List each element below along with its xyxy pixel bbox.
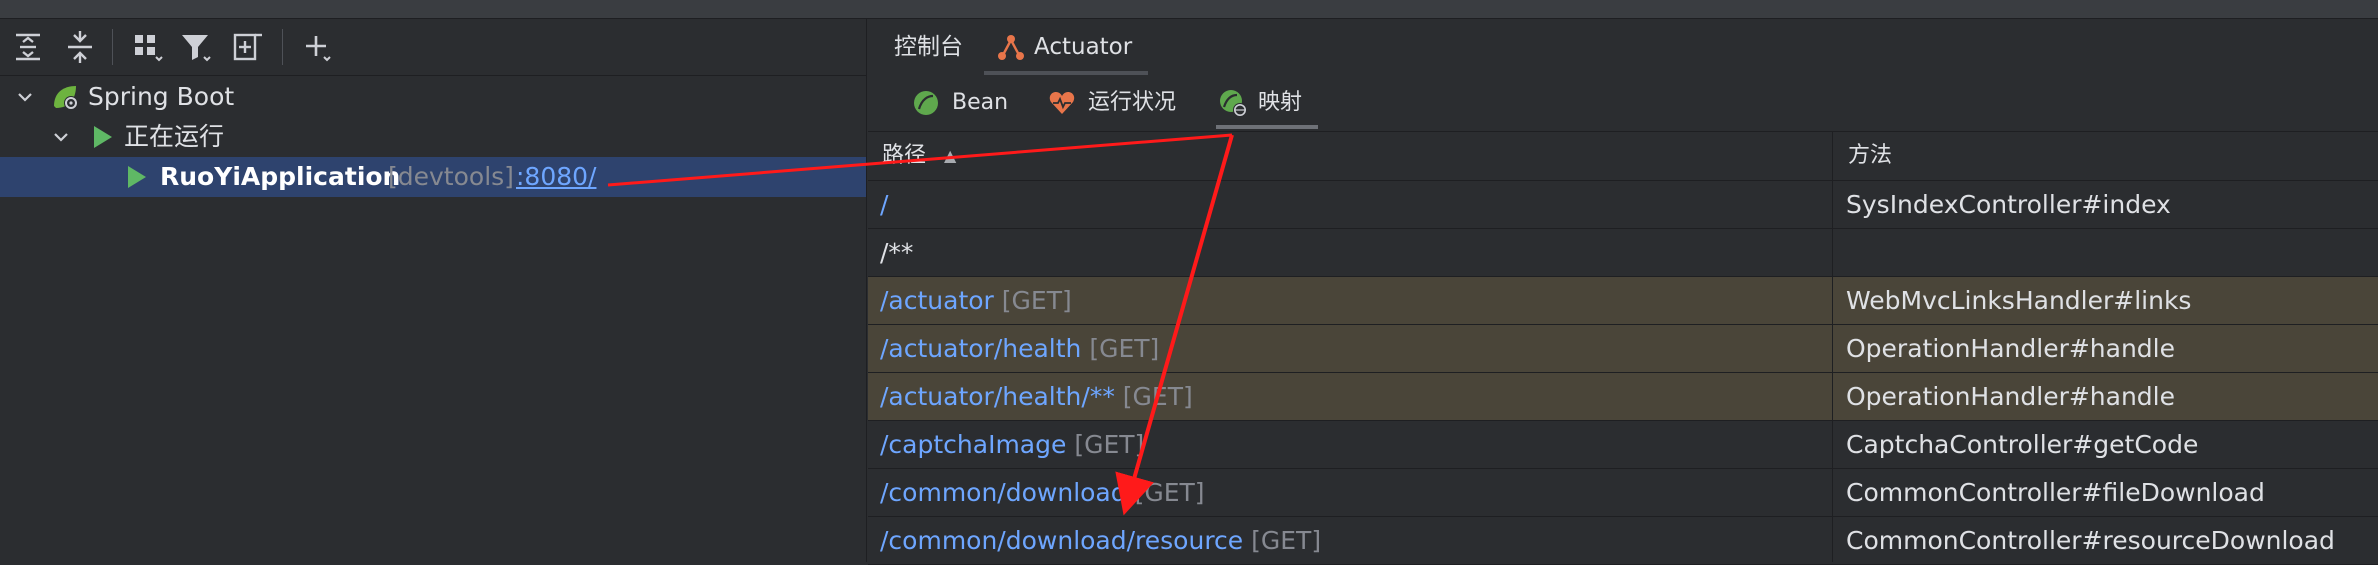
table-row[interactable]: /common/download [GET] CommonController#f… bbox=[868, 469, 2378, 517]
row-http-verb: [GET] bbox=[1001, 286, 1072, 315]
bean-icon bbox=[914, 91, 938, 115]
actuator-subtabs: Bean 运行状况 映射 bbox=[868, 75, 2378, 132]
table-row[interactable]: / SysIndexController#index bbox=[868, 181, 2378, 229]
expand-all-icon[interactable] bbox=[8, 27, 48, 67]
tree-row-ruoyi-application[interactable]: RuoYiApplication [devtools] :8080/ bbox=[0, 157, 866, 197]
table-row[interactable]: /actuator [GET] WebMvcLinksHandler#links bbox=[868, 277, 2378, 325]
row-path-text: /actuator bbox=[880, 286, 994, 315]
add-icon[interactable] bbox=[296, 27, 336, 67]
spring-boot-icon bbox=[54, 86, 78, 110]
table-row[interactable]: /** bbox=[868, 229, 2378, 277]
row-path[interactable]: /common/download/resource [GET] bbox=[880, 517, 1321, 564]
row-http-verb: [GET] bbox=[1134, 478, 1205, 507]
row-handler: CommonController#fileDownload bbox=[1846, 478, 2265, 507]
subtab-bean-label: Bean bbox=[952, 90, 1009, 115]
row-http-verb: [GET] bbox=[1074, 430, 1145, 459]
subtab-bean[interactable]: Bean bbox=[912, 75, 1022, 131]
row-handler: CommonController#resourceDownload bbox=[1846, 526, 2335, 555]
row-path-text: /** bbox=[880, 238, 914, 267]
row-http-verb: [GET] bbox=[1122, 382, 1193, 411]
add-configuration-icon[interactable] bbox=[228, 27, 268, 67]
tab-actuator-label: Actuator bbox=[1034, 34, 1133, 60]
subtab-mappings-label: 映射 bbox=[1258, 90, 1303, 115]
tree-row-spring-boot[interactable]: Spring Boot bbox=[0, 77, 866, 117]
row-path[interactable]: /actuator/health/** [GET] bbox=[880, 373, 1193, 420]
row-path-text: /captchaImage bbox=[880, 430, 1067, 459]
row-path[interactable]: /actuator [GET] bbox=[880, 277, 1072, 324]
app-name: RuoYiApplication bbox=[160, 162, 401, 191]
row-handler: SysIndexController#index bbox=[1846, 190, 2171, 219]
running-group-label: 正在运行 bbox=[124, 122, 225, 151]
app-port-link[interactable]: :8080/ bbox=[516, 157, 596, 197]
row-handler: WebMvcLinksHandler#links bbox=[1846, 286, 2192, 315]
row-path-text: /actuator/health bbox=[880, 334, 1082, 363]
tab-console[interactable]: 控制台 bbox=[894, 19, 963, 75]
row-path[interactable]: /captchaImage [GET] bbox=[880, 421, 1144, 468]
heart-icon bbox=[1049, 92, 1075, 114]
row-http-verb: [GET] bbox=[1251, 526, 1322, 555]
row-path-text: /common/download bbox=[880, 478, 1127, 507]
table-row[interactable]: /captchaImage [GET] CaptchaController#get… bbox=[868, 421, 2378, 469]
row-path[interactable]: / bbox=[880, 181, 888, 228]
services-toolbar bbox=[0, 19, 866, 76]
table-row[interactable]: /actuator/health [GET] OperationHandler#h… bbox=[868, 325, 2378, 373]
tab-actuator[interactable]: Actuator bbox=[984, 19, 1148, 75]
run-icon bbox=[94, 126, 112, 148]
toolbar-separator bbox=[112, 29, 113, 65]
row-handler: OperationHandler#handle bbox=[1846, 382, 2176, 411]
column-header-path[interactable]: 路径 bbox=[882, 132, 926, 180]
run-icon bbox=[128, 166, 146, 188]
row-handler: OperationHandler#handle bbox=[1846, 334, 2176, 363]
row-handler: CaptchaController#getCode bbox=[1846, 430, 2199, 459]
group-icon[interactable] bbox=[128, 27, 168, 67]
column-header-method[interactable]: 方法 bbox=[1848, 132, 1892, 180]
spring-boot-label: Spring Boot bbox=[88, 82, 235, 111]
table-header: 路径 ▲ 方法 bbox=[868, 132, 2378, 181]
column-divider bbox=[1832, 132, 1833, 562]
services-panel: Spring Boot 正在运行 RuoYiApplication [devto… bbox=[0, 19, 867, 562]
window-top-strip bbox=[0, 0, 2378, 19]
row-path-text: /actuator/health/** bbox=[880, 382, 1115, 411]
mappings-icon bbox=[1220, 90, 1247, 117]
subtab-mappings[interactable]: 映射 bbox=[1216, 75, 1318, 131]
chevron-down-icon[interactable] bbox=[16, 88, 34, 106]
subtab-health[interactable]: 运行状况 bbox=[1048, 75, 1188, 131]
subtab-health-label: 运行状况 bbox=[1088, 90, 1177, 115]
collapse-all-icon[interactable] bbox=[60, 27, 100, 67]
tree-row-running[interactable]: 正在运行 bbox=[0, 117, 866, 157]
toolbar-separator bbox=[282, 29, 283, 65]
actuator-icon bbox=[998, 35, 1024, 60]
main-tabs: 控制台 Actuator bbox=[868, 19, 2378, 75]
app-devtools-tag: [devtools] bbox=[388, 162, 514, 191]
row-path-text: /common/download/resource bbox=[880, 526, 1244, 555]
row-path[interactable]: /** bbox=[880, 229, 913, 276]
row-http-verb: [GET] bbox=[1089, 334, 1160, 363]
chevron-down-icon[interactable] bbox=[52, 128, 70, 146]
table-row[interactable]: /actuator/health/** [GET] OperationHandle… bbox=[868, 373, 2378, 421]
actuator-panel: 控制台 Actuator Bean 运行状况 映射 路径 ▲ 方法 / SysIn… bbox=[868, 19, 2378, 565]
tab-console-label: 控制台 bbox=[894, 34, 963, 60]
row-path-text: / bbox=[880, 190, 889, 219]
sort-ascending-icon[interactable]: ▲ bbox=[944, 132, 956, 180]
table-row[interactable]: /common/download/resource [GET] CommonCon… bbox=[868, 517, 2378, 565]
filter-icon[interactable] bbox=[176, 27, 216, 67]
row-path[interactable]: /actuator/health [GET] bbox=[880, 325, 1159, 372]
row-path[interactable]: /common/download [GET] bbox=[880, 469, 1205, 516]
